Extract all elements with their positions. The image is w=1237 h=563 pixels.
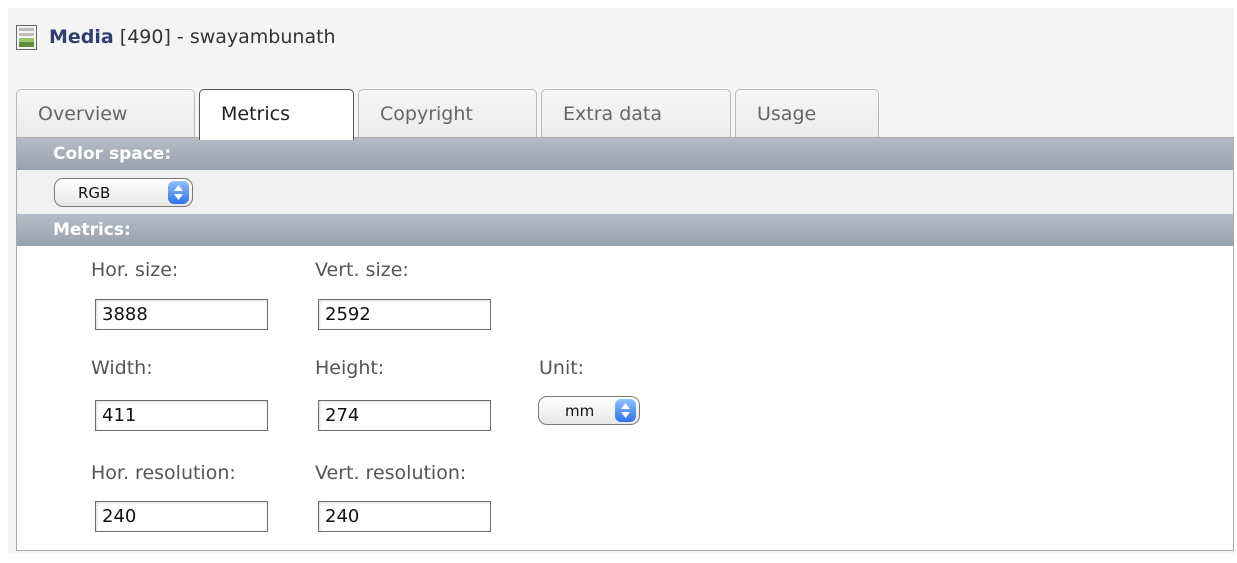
height-label: Height: xyxy=(315,357,385,379)
unit-select[interactable]: mm xyxy=(538,396,640,425)
tab-bar: Overview Metrics Copyright Extra data Us… xyxy=(16,89,883,140)
metrics-section-header: Metrics: xyxy=(17,214,1233,246)
color-space-row: RGB xyxy=(17,170,1233,214)
tab-usage[interactable]: Usage xyxy=(735,89,879,139)
hor-resolution-label: Hor. resolution: xyxy=(91,462,236,484)
color-space-select[interactable]: RGB xyxy=(54,178,193,207)
page-title: Media [490] - swayambunath xyxy=(49,26,336,48)
vert-resolution-input[interactable] xyxy=(318,501,491,532)
vert-size-input[interactable] xyxy=(318,299,491,330)
unit-value: mm xyxy=(565,402,595,420)
select-arrows-icon xyxy=(168,181,189,204)
tab-overview[interactable]: Overview xyxy=(16,89,195,139)
vert-resolution-label: Vert. resolution: xyxy=(315,462,467,484)
hor-size-label: Hor. size: xyxy=(91,259,179,281)
height-input[interactable] xyxy=(318,400,491,431)
width-input[interactable] xyxy=(95,400,268,431)
record-type-label: Media xyxy=(49,26,114,48)
unit-label: Unit: xyxy=(539,357,585,379)
tab-metrics[interactable]: Metrics xyxy=(199,89,354,140)
select-arrows-icon xyxy=(615,399,636,422)
page-header: Media [490] - swayambunath xyxy=(16,22,336,52)
tab-extra-data[interactable]: Extra data xyxy=(541,89,731,139)
hor-resolution-input[interactable] xyxy=(95,501,268,532)
record-name: swayambunath xyxy=(189,26,336,48)
color-space-section-header: Color space: xyxy=(17,138,1233,170)
media-document-icon xyxy=(16,24,37,50)
tab-copyright[interactable]: Copyright xyxy=(358,89,537,139)
metrics-tab-panel: Color space: RGB Metrics: Hor. size: Ver… xyxy=(16,137,1234,551)
title-separator: - xyxy=(176,26,184,48)
width-label: Width: xyxy=(91,357,153,379)
vert-size-label: Vert. size: xyxy=(315,259,409,281)
record-id: [490] xyxy=(119,26,171,48)
hor-size-input[interactable] xyxy=(95,299,268,330)
color-space-value: RGB xyxy=(78,184,111,202)
